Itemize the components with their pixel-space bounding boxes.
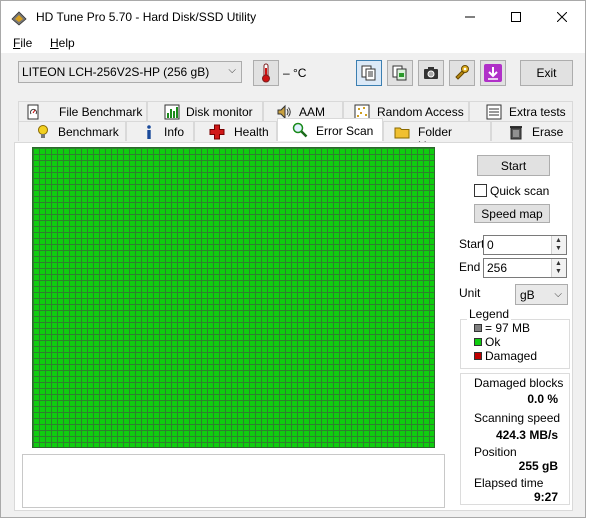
folder-icon xyxy=(394,127,410,139)
scanning-speed-value: 424.3 MB/s xyxy=(495,428,558,442)
tab-disk-monitor-label: Disk monitor xyxy=(186,105,253,119)
start-position-field[interactable]: 0 ▲ ▼ xyxy=(483,235,567,255)
maximize-icon xyxy=(511,12,521,22)
app-window: HD Tune Pro 5.70 - Hard Disk/SSD Utility… xyxy=(0,0,586,518)
menu-help[interactable]: Help xyxy=(50,36,75,50)
menu-file-label: ile xyxy=(20,36,33,50)
copy-image-icon xyxy=(392,65,407,81)
drive-select-value: LITEON LCH-256V2S-HP (256 gB) xyxy=(22,65,210,79)
end-position-spinner[interactable]: ▲ ▼ xyxy=(551,259,566,277)
tab-info[interactable]: Info xyxy=(126,121,194,141)
tab-extra-tests-label: Extra tests xyxy=(509,105,566,119)
damaged-blocks-value: 0.0 % xyxy=(527,392,558,406)
end-field-label: End xyxy=(459,260,481,274)
menu-file[interactable]: File xyxy=(13,36,32,50)
legend-damaged-swatch xyxy=(474,352,482,360)
chevron-down-icon: ⌵ xyxy=(554,289,562,300)
drive-select[interactable]: LITEON LCH-256V2S-HP (256 gB) ⌵ xyxy=(18,61,242,83)
magnifier-icon xyxy=(292,122,308,138)
save-screenshot-button[interactable] xyxy=(418,60,444,86)
tab-benchmark-label: Benchmark xyxy=(58,125,119,139)
wrench-icon xyxy=(455,65,469,80)
download-arrow-icon xyxy=(484,64,502,82)
minimize-button[interactable] xyxy=(447,1,493,33)
tab-file-benchmark-label: File Benchmark xyxy=(59,105,143,119)
health-cross-icon xyxy=(209,124,225,140)
temperature-button[interactable] xyxy=(253,60,279,86)
position-value: 255 gB xyxy=(518,459,558,473)
unit-select-value: gB xyxy=(520,288,535,302)
lightbulb-icon xyxy=(38,125,48,138)
start-position-value: 0 xyxy=(487,238,494,252)
spin-down-icon: ▼ xyxy=(555,245,562,252)
legend-block-swatch xyxy=(474,324,482,332)
legend-ok-label: Ok xyxy=(485,335,501,349)
tab-error-scan-label: Error Scan xyxy=(316,124,374,138)
exit-button[interactable]: Exit xyxy=(520,60,573,86)
copy-text-button[interactable] xyxy=(356,60,382,86)
tab-random-access-label: Random Access xyxy=(377,105,464,119)
tab-file-benchmark[interactable]: File Benchmark xyxy=(18,101,147,121)
tab-folder-usage[interactable]: Folder Usage xyxy=(383,121,491,153)
chevron-down-icon: ⌵ xyxy=(228,65,236,76)
quick-scan-label: Quick scan xyxy=(490,184,550,198)
copy-text-icon xyxy=(361,65,376,81)
legend-damaged-label: Damaged xyxy=(485,349,538,363)
speed-map-button[interactable]: Speed map xyxy=(474,204,550,223)
start-position-spinner[interactable]: ▲ ▼ xyxy=(551,236,566,254)
legend-ok-swatch xyxy=(474,338,482,346)
maximize-button[interactable] xyxy=(493,1,539,33)
menu-bar: File Help xyxy=(1,33,585,53)
tab-disk-monitor[interactable]: Disk monitor xyxy=(147,101,263,121)
title-bar: HD Tune Pro 5.70 - Hard Disk/SSD Utility xyxy=(1,1,585,33)
tab-error-scan[interactable]: Error Scan xyxy=(277,118,383,141)
tab-info-label: Info xyxy=(164,125,185,139)
camera-icon xyxy=(424,67,438,79)
tab-health-label: Health xyxy=(234,125,269,139)
legend-block-size: = 97 MB xyxy=(485,321,531,335)
elapsed-time-label: Elapsed time xyxy=(474,476,544,490)
end-position-field[interactable]: 256 ▲ ▼ xyxy=(483,258,567,278)
disk-monitor-icon xyxy=(164,104,180,120)
scan-log-box xyxy=(22,454,445,508)
tab-extra-tests[interactable]: Extra tests xyxy=(469,101,573,121)
spin-up-icon: ▲ xyxy=(555,260,562,267)
legend-title: Legend xyxy=(467,307,512,321)
damaged-blocks-label: Damaged blocks xyxy=(474,376,564,390)
tab-benchmark[interactable]: Benchmark xyxy=(18,121,126,141)
position-label: Position xyxy=(474,445,517,459)
hdtune-app-icon xyxy=(11,11,27,26)
spin-down-icon: ▼ xyxy=(555,268,562,275)
close-icon xyxy=(557,12,567,22)
extra-tests-icon xyxy=(486,104,502,120)
quick-scan-checkbox[interactable] xyxy=(474,184,487,197)
info-icon xyxy=(147,125,151,139)
tab-erase-label: Erase xyxy=(532,125,564,139)
tab-health[interactable]: Health xyxy=(194,121,277,141)
options-button[interactable] xyxy=(449,60,475,86)
copy-screenshot-button[interactable] xyxy=(387,60,413,86)
menu-help-mnemonic: H xyxy=(50,36,59,50)
tab-erase[interactable]: Erase xyxy=(491,121,573,141)
end-position-value: 256 xyxy=(487,261,508,275)
minimize-icon xyxy=(465,16,475,18)
start-field-label: Start xyxy=(459,237,485,251)
close-button[interactable] xyxy=(539,1,585,33)
thermometer-icon xyxy=(262,63,270,83)
menu-help-label: elp xyxy=(58,36,75,50)
spin-up-icon: ▲ xyxy=(555,237,562,244)
trash-icon xyxy=(510,126,522,140)
tab-aam-label: AAM xyxy=(299,105,326,119)
file-benchmark-icon xyxy=(27,104,39,120)
temperature-readout: – °C xyxy=(283,66,307,80)
elapsed-time-value: 9:27 xyxy=(533,490,558,504)
unit-label: Unit xyxy=(459,286,481,300)
scan-block-map xyxy=(32,147,435,448)
start-scan-button[interactable]: Start xyxy=(477,155,550,176)
window-title: HD Tune Pro 5.70 - Hard Disk/SSD Utility xyxy=(36,10,257,24)
unit-select[interactable]: gB ⌵ xyxy=(515,284,568,305)
scanning-speed-label: Scanning speed xyxy=(474,411,561,425)
download-update-button[interactable] xyxy=(480,60,506,86)
